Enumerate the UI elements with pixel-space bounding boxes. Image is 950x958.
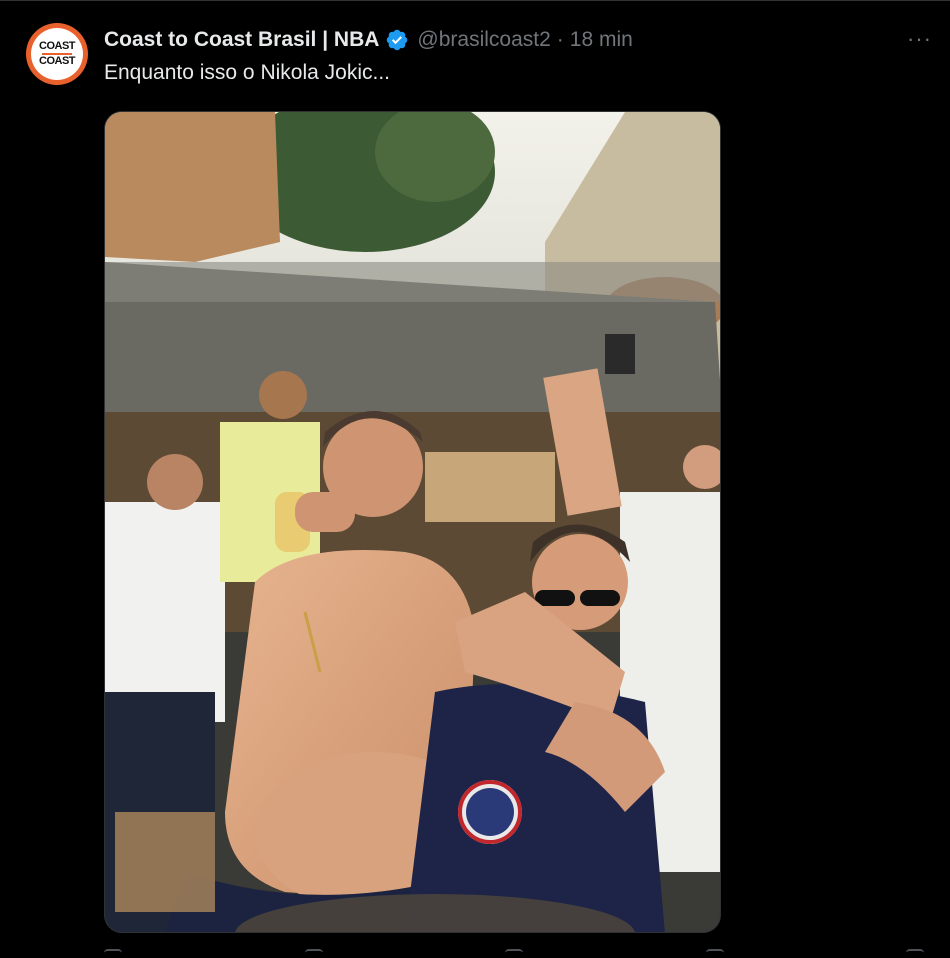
views-icon[interactable] bbox=[705, 949, 724, 958]
share-icon[interactable] bbox=[906, 949, 924, 958]
tweet-header: Coast to Coast Brasil | NBA @brasilcoast… bbox=[104, 26, 633, 54]
reply-icon[interactable] bbox=[104, 949, 122, 958]
retweet-icon[interactable] bbox=[304, 949, 323, 958]
more-options-icon[interactable]: ··· bbox=[907, 26, 932, 52]
avatar-text-top: COAST bbox=[39, 40, 76, 52]
avatar-logo: COAST COAST bbox=[31, 28, 83, 80]
tweet-media-photo[interactable] bbox=[104, 111, 721, 933]
separator-dot: · bbox=[556, 28, 564, 51]
tweet-text: Enquanto isso o Nikola Jokic... bbox=[104, 61, 390, 84]
action-bar-partial bbox=[104, 949, 924, 958]
photo-illustration bbox=[105, 112, 720, 932]
user-handle[interactable]: @brasilcoast2 bbox=[417, 28, 550, 52]
display-name[interactable]: Coast to Coast Brasil | NBA bbox=[104, 28, 379, 52]
tweet-card: COAST COAST Coast to Coast Brasil | NBA … bbox=[0, 0, 950, 958]
tweet-timestamp[interactable]: 18 min bbox=[570, 28, 633, 52]
avatar[interactable]: COAST COAST bbox=[26, 23, 88, 85]
like-icon[interactable] bbox=[505, 949, 523, 958]
avatar-text-bottom: COAST bbox=[39, 55, 76, 67]
verified-badge-icon[interactable] bbox=[385, 28, 409, 52]
